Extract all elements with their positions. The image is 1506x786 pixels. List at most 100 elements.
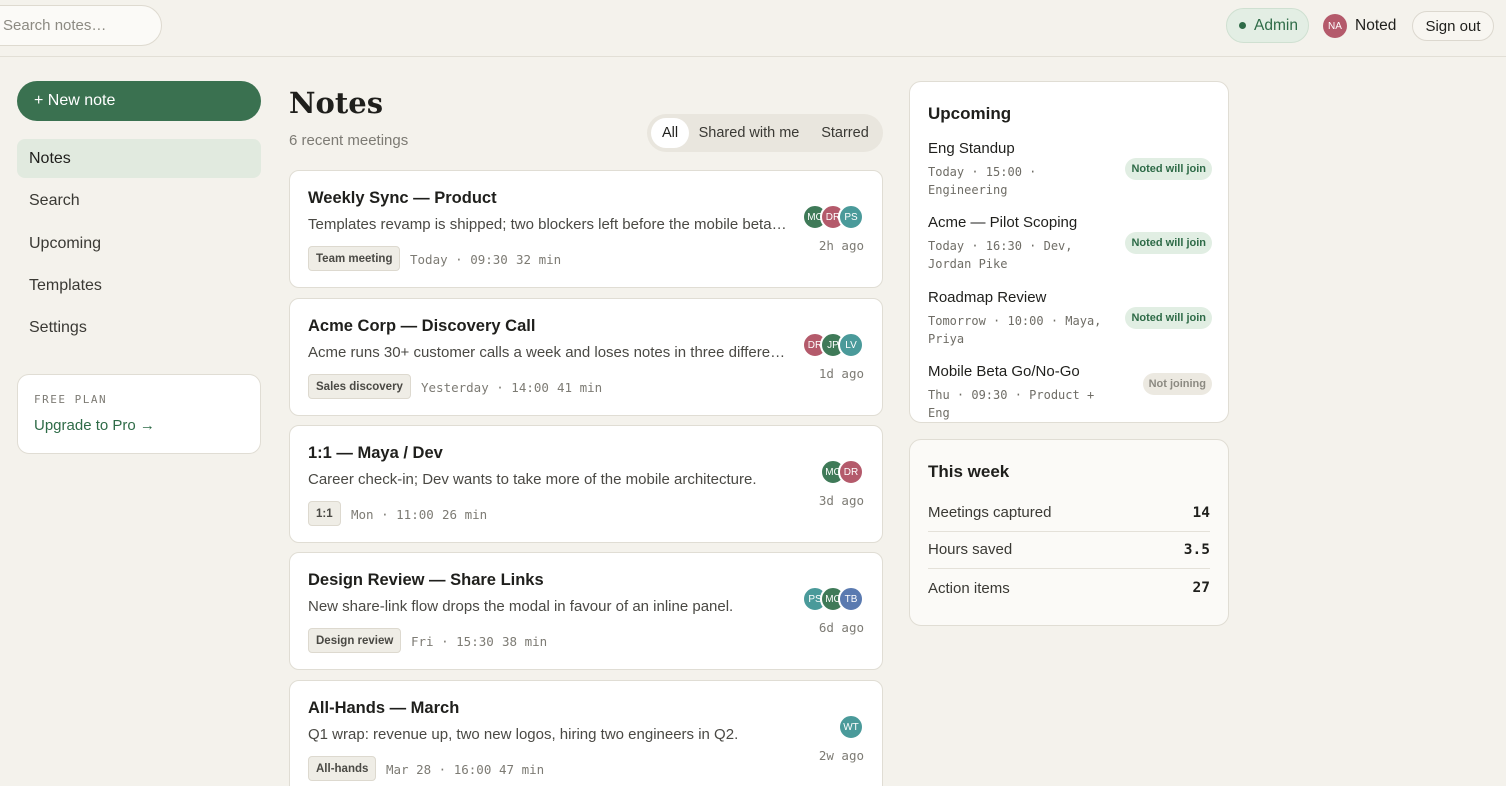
note-title: Design Review — Share Links: [308, 571, 544, 589]
note-datetime: Mon · 11:00: [351, 507, 434, 522]
note-datetime: Yesterday · 14:00: [421, 380, 549, 395]
note-summary: Q1 wrap: revenue up, two new logos, hiri…: [308, 726, 739, 743]
page-subtitle: 6 recent meetings: [289, 132, 409, 149]
avatar: DR: [838, 459, 864, 485]
note-title: All-Hands — March: [308, 699, 460, 717]
user-name: Noted: [1355, 17, 1397, 34]
upcoming-item[interactable]: Eng Standup Today · 15:00 · Engineering No…: [928, 140, 1212, 199]
stat-label: Action items: [928, 579, 1010, 597]
note-card[interactable]: 1:1 — Maya / Dev Career check-in; Dev wan…: [289, 425, 883, 543]
admin-label: Admin: [1254, 16, 1298, 34]
tab-shared-with-me[interactable]: Shared with me: [693, 118, 805, 148]
note-datetime: Mar 28 · 16:00: [386, 762, 492, 777]
note-duration: 32 min: [516, 252, 562, 267]
note-tag: Design review: [308, 628, 402, 653]
this-week-panel: This week Meetings captured 14 Hours sav…: [909, 439, 1229, 626]
avatar[interactable]: NA: [1323, 14, 1347, 38]
sidebar-item-label: Notes: [29, 149, 71, 167]
note-datetime: Today · 09:30: [410, 252, 508, 267]
sidebar-item-label: Search: [29, 191, 80, 209]
stat-value: 3.5: [1183, 541, 1210, 558]
tab-all[interactable]: All: [651, 118, 689, 148]
upcoming-item-meta: Today · 15:00 · Engineering: [928, 165, 1037, 197]
note-summary: New share-link flow drops the modal in f…: [308, 598, 734, 615]
participant-avatars: MC DR: [820, 459, 864, 485]
status-badge: Noted will join: [1125, 232, 1212, 254]
note-duration: 41 min: [557, 380, 603, 395]
stat-action-items: Action items 27: [928, 569, 1210, 607]
note-tag: All-hands: [308, 756, 377, 781]
note-title: Acme Corp — Discovery Call: [308, 317, 536, 335]
sidebar-item-notes[interactable]: Notes: [17, 139, 261, 178]
plan-label: FREE PLAN: [34, 393, 108, 406]
top-bar: Search notes… Admin NA Noted Sign out: [0, 0, 1506, 57]
participant-avatars: MC DR PS: [802, 204, 864, 230]
sign-out-button[interactable]: Sign out: [1412, 11, 1494, 41]
note-tag: Team meeting: [308, 246, 401, 271]
upgrade-link[interactable]: Upgrade to Pro →: [34, 417, 155, 434]
sidebar-item-search[interactable]: Search: [17, 181, 261, 220]
avatar: PS: [838, 204, 864, 230]
status-dot-icon: [1239, 22, 1246, 29]
note-card[interactable]: All-Hands — March Q1 wrap: revenue up, tw…: [289, 680, 883, 786]
sidebar-item-label: Templates: [29, 276, 102, 294]
upcoming-item-title: Acme — Pilot Scoping: [928, 214, 1078, 231]
new-note-button[interactable]: + New note: [17, 81, 261, 121]
stat-label: Meetings captured: [928, 504, 1052, 521]
stat-meetings-captured: Meetings captured 14: [928, 494, 1210, 532]
upcoming-item-meta: Tomorrow · 10:00 · Maya, Priya: [928, 314, 1102, 346]
search-input[interactable]: Search notes…: [0, 5, 162, 46]
note-tag: 1:1: [308, 501, 341, 526]
tab-starred[interactable]: Starred: [813, 118, 877, 148]
note-time-ago: 6d ago: [818, 620, 864, 635]
status-badge: Noted will join: [1125, 158, 1212, 180]
upcoming-item-meta: Today · 16:30 · Dev, Jordan Pike: [928, 239, 1073, 271]
note-summary: Acme runs 30+ customer calls a week and …: [308, 344, 790, 361]
status-badge: Noted will join: [1125, 307, 1212, 329]
note-summary: Career check-in; Dev wants to take more …: [308, 471, 757, 488]
note-time-ago: 1d ago: [818, 366, 864, 381]
search-placeholder: Search notes…: [3, 17, 107, 34]
sidebar-item-upcoming[interactable]: Upcoming: [17, 224, 261, 263]
note-card[interactable]: Acme Corp — Discovery Call Acme runs 30+ …: [289, 298, 883, 416]
upcoming-panel: Upcoming Eng Standup Today · 15:00 · Engi…: [909, 81, 1229, 423]
stat-hours-saved: Hours saved 3.5: [928, 531, 1210, 569]
admin-badge[interactable]: Admin: [1226, 8, 1309, 43]
upcoming-item[interactable]: Roadmap Review Tomorrow · 10:00 · Maya, P…: [928, 289, 1212, 348]
note-time-ago: 3d ago: [818, 493, 864, 508]
note-title: Weekly Sync — Product: [308, 189, 497, 207]
upcoming-title: Upcoming: [928, 104, 1012, 123]
note-card[interactable]: Weekly Sync — Product Templates revamp is…: [289, 170, 883, 288]
stat-label: Hours saved: [928, 541, 1013, 558]
sidebar-item-settings[interactable]: Settings: [17, 308, 261, 347]
avatar: LV: [838, 332, 864, 358]
stat-value: 14: [1192, 504, 1210, 521]
note-card[interactable]: Design Review — Share Links New share-lin…: [289, 552, 883, 670]
note-summary: Templates revamp is shipped; two blocker…: [308, 216, 790, 233]
upcoming-item-title: Eng Standup: [928, 140, 1015, 157]
avatar: WT: [838, 714, 864, 740]
avatar: TB: [838, 586, 864, 612]
plan-card: FREE PLAN Upgrade to Pro →: [17, 374, 261, 454]
upcoming-item[interactable]: Acme — Pilot Scoping Today · 16:30 · Dev,…: [928, 214, 1212, 273]
upcoming-item-title: Roadmap Review: [928, 289, 1047, 306]
status-badge: Not joining: [1142, 373, 1212, 395]
note-title: 1:1 — Maya / Dev: [308, 444, 443, 462]
participant-avatars: DR JP LV: [802, 332, 864, 358]
note-duration: 38 min: [502, 634, 548, 649]
stat-value: 27: [1192, 580, 1210, 596]
sidebar-item-templates[interactable]: Templates: [17, 266, 261, 305]
note-duration: 26 min: [442, 507, 488, 522]
note-datetime: Fri · 15:30: [411, 634, 494, 649]
note-tag: Sales discovery: [308, 374, 411, 399]
note-duration: 47 min: [499, 762, 545, 777]
page-title: Notes: [289, 86, 384, 120]
participant-avatars: PS MC TB: [802, 586, 864, 612]
filter-tabs: All Shared with me Starred: [647, 114, 883, 152]
sidebar-item-label: Settings: [29, 318, 87, 336]
participant-avatars: WT: [838, 714, 864, 740]
this-week-title: This week: [928, 462, 1010, 481]
upcoming-item[interactable]: Mobile Beta Go/No-Go Thu · 09:30 · Produc…: [928, 363, 1212, 422]
upcoming-item-meta: Thu · 09:30 · Product + Eng: [928, 388, 1095, 420]
note-time-ago: 2h ago: [818, 238, 864, 253]
